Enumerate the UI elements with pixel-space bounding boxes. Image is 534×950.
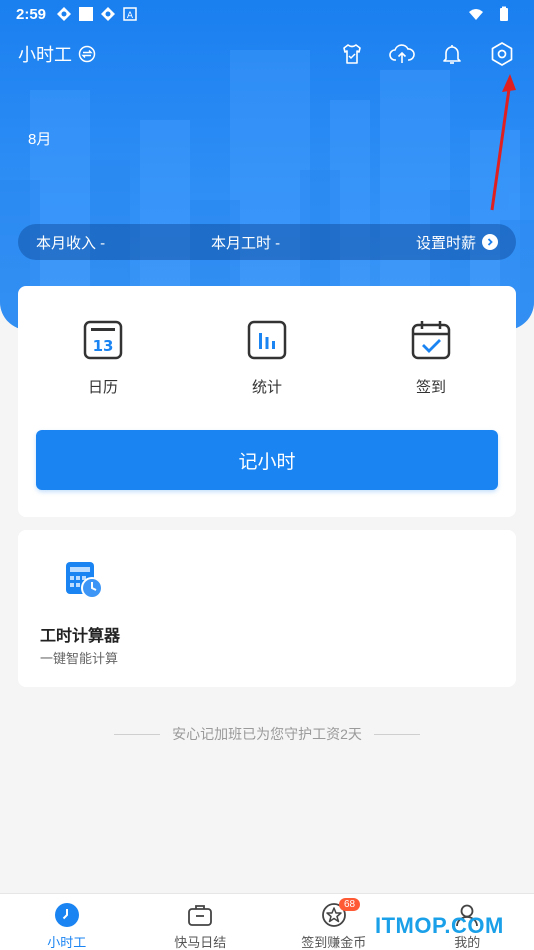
top-bar: 小时工 [0, 36, 534, 72]
notification-app-icon [57, 7, 72, 21]
tab-label: 签到赚金币 [301, 935, 367, 950]
calculator-clock-icon [66, 562, 103, 599]
shirt-icon[interactable] [338, 40, 366, 68]
header-hero: 2:59 A 小时工 8月 本月收入 - 本月工时 - 设置时薪 [0, 0, 534, 330]
watermark: ITMOP.COM [375, 913, 504, 938]
checkin-icon [411, 321, 451, 360]
app-title-text: 小时工 [18, 45, 72, 65]
calculator-title: 工时计算器 [40, 628, 121, 645]
skyline-illustration [0, 50, 534, 330]
monthly-summary: 本月收入 - 本月工时 - 设置时薪 [18, 224, 516, 260]
divider-right [373, 733, 420, 735]
notification-a-icon: A [123, 7, 137, 21]
set-wage-label: 设置时薪 [415, 234, 476, 252]
coin-badge: 68 [339, 898, 361, 911]
settings-icon[interactable] [488, 40, 516, 68]
tab-daily-pay[interactable]: 快马日结 [134, 894, 268, 950]
divider-left [114, 733, 161, 735]
monthly-income: 本月收入 - [36, 234, 106, 252]
tab-label: 小时工 [47, 935, 87, 950]
switch-icon [78, 45, 96, 63]
cloud-upload-icon[interactable] [388, 40, 416, 68]
feature-checkin-label: 签到 [415, 379, 446, 396]
briefcase-icon [187, 902, 213, 928]
record-hours-button[interactable]: 记小时 [36, 430, 498, 490]
chevron-right-icon [482, 234, 498, 250]
tab-hourly-worker[interactable]: 小时工 [0, 894, 134, 950]
app-title[interactable]: 小时工 [18, 41, 96, 67]
guard-text: 安心记加班已为您守护工资2天 [172, 726, 362, 742]
monthly-hours: 本月工时 - [211, 234, 281, 252]
calculator-subtitle: 一键智能计算 [40, 651, 119, 666]
stats-icon [247, 320, 287, 360]
status-bar: 2:59 A [0, 0, 534, 28]
battery-icon [500, 6, 508, 21]
set-wage-link[interactable]: 设置时薪 [416, 232, 498, 253]
guard-message: 安心记加班已为您守护工资2天 [0, 724, 534, 744]
bell-icon[interactable] [438, 40, 466, 68]
feature-stats[interactable]: 统计 [222, 318, 312, 397]
current-month[interactable]: 8月 [28, 128, 51, 149]
svg-text:13: 13 [93, 337, 114, 355]
status-time: 2:59 [16, 5, 47, 23]
annotation-arrow [490, 74, 516, 211]
feature-calendar[interactable]: 13 日历 [58, 318, 148, 397]
notification-app-icon-2 [101, 7, 116, 21]
svg-text:A: A [127, 11, 134, 21]
calculator-card[interactable]: 工时计算器 一键智能计算 [18, 530, 516, 687]
notification-square-icon [79, 7, 94, 21]
feature-calendar-label: 日历 [87, 379, 118, 396]
feature-stats-label: 统计 [251, 379, 282, 396]
feature-checkin[interactable]: 签到 [386, 318, 476, 397]
wifi-icon [469, 9, 483, 20]
calendar-icon: 13 [83, 320, 123, 360]
clock-icon [54, 902, 80, 928]
main-card: 13 日历 统计 签到 记小时 [18, 286, 516, 517]
tab-label: 快马日结 [174, 935, 227, 950]
